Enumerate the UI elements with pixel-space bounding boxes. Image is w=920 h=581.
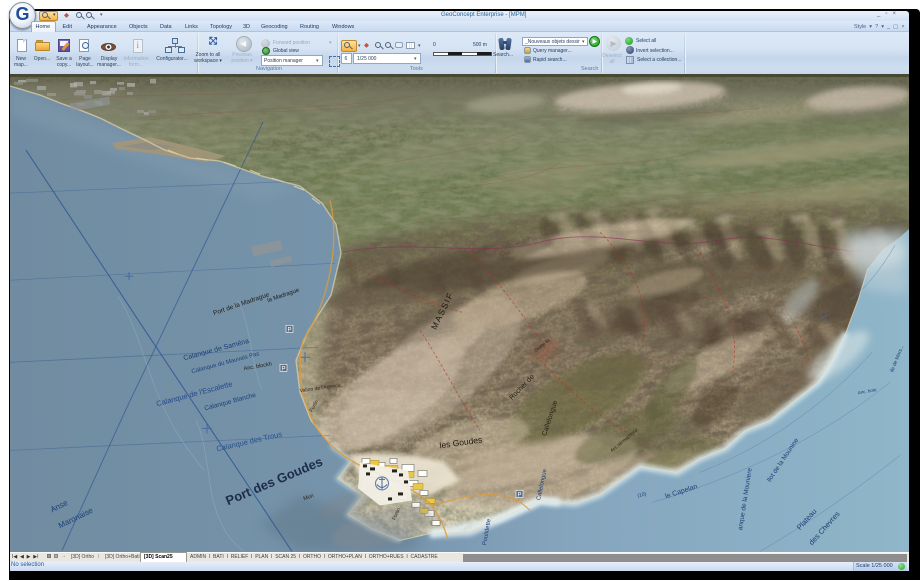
svg-text:P: P [288, 327, 292, 333]
svg-text:P: P [518, 492, 522, 498]
svg-text:P: P [282, 366, 286, 372]
